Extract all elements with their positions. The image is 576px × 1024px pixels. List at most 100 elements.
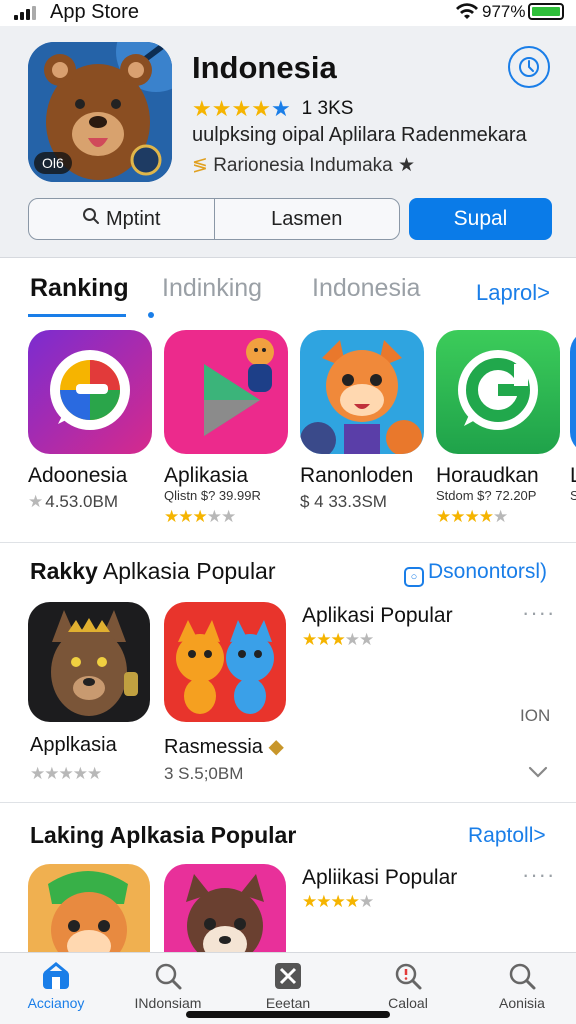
app-developer[interactable]: ≶ Rarionesia Indumaka ★: [192, 154, 415, 177]
chat-app-icon: [28, 330, 152, 454]
rating-stars: ★★★★★: [302, 892, 374, 911]
more-icon[interactable]: ····: [522, 600, 555, 626]
ranking-item-name: L: [570, 464, 576, 487]
ranking-list: Adoonesia ★ 4.53.0BM Aplikasia Qlistn $?…: [0, 330, 576, 530]
app-icon-badge: Ol6: [34, 152, 72, 174]
popular-item-name: Rasmessia ◆: [164, 734, 284, 759]
tab-indonesia[interactable]: Indonesia: [312, 274, 420, 303]
ranking-item[interactable]: Aplikasia Qlistn $? 39.99R ★★★★★: [164, 330, 290, 527]
category-tabs: Ranking Indinking Indonesia Laprol>: [28, 274, 558, 320]
signal-icon: [14, 6, 36, 20]
section-link[interactable]: Raptoll>: [468, 824, 546, 848]
section-title-rest: Aplkasia Popular: [97, 558, 276, 584]
app-store-icon: [6, 961, 106, 995]
rating-stars: ★★★★★: [436, 507, 508, 526]
section-title-bold: Laking Aplkasia Popular: [30, 822, 297, 848]
rating-stars: ★: [28, 492, 43, 511]
developer-name: Rarionesia Indumaka ★: [213, 155, 416, 176]
ranking-item-name: Aplikasia: [164, 464, 249, 487]
popular-side-title: Apliikasi Popular: [302, 866, 458, 889]
app-header: Ol6 Indonesia ★ ★ ★ ★ ★ 1 3KS uulpksing oipa…: [0, 26, 576, 258]
tabbar-label: Eeetan: [265, 995, 311, 1011]
popular-item-meta: 3 S.5;0BM: [164, 764, 244, 783]
ranking-item-price: ★ 4.53.0BM: [28, 492, 154, 512]
popular-item-label: Rasmessia: [164, 736, 263, 758]
diamond-icon: ◆: [268, 736, 284, 758]
ranking-item-rating: ★★★★★: [164, 507, 290, 527]
status-bar: App Store 977%: [0, 0, 576, 26]
section-divider: [0, 542, 576, 543]
alert-search-icon: [358, 961, 458, 995]
more-icon[interactable]: ····: [522, 862, 555, 888]
developer-icon: ≶: [192, 155, 208, 176]
app-title: Indonesia: [192, 50, 337, 85]
ranking-item-rating: ★★★★★: [436, 507, 562, 527]
chat-icon: ○: [404, 567, 424, 587]
section-title: Rakky Aplkasia Popular: [30, 558, 276, 585]
wolf-app-icon[interactable]: [28, 602, 150, 722]
rating-stars: ★★★★★: [30, 764, 102, 783]
rating-count: 1 3KS: [301, 98, 354, 119]
chevron-down-icon[interactable]: [528, 762, 548, 783]
tabbar-item-indonsiam[interactable]: INdonsiam: [118, 961, 218, 1011]
search-icon: [82, 207, 100, 231]
cats-app-icon[interactable]: [164, 602, 286, 722]
ranking-item[interactable]: Adoonesia ★ 4.53.0BM: [28, 330, 154, 512]
tabbar-label: INdonsiam: [134, 995, 202, 1011]
rating-stars: ★★★★★: [302, 630, 374, 649]
app-rating: ★ ★ ★ ★ ★ 1 3KS: [192, 96, 353, 122]
section-title-bold: Rakky: [30, 558, 98, 584]
ranking-item-partial[interactable]: L S: [570, 330, 576, 503]
tab-indicator-dot: [148, 312, 154, 318]
popular-side-title: Aplikasi Popular: [302, 604, 453, 627]
ranking-item-name: Ranonloden: [300, 464, 414, 487]
ranking-item-name: Horaudkan: [436, 464, 539, 487]
tabbar-label: Caloal: [388, 995, 428, 1011]
side-extra-label: ION: [520, 706, 551, 725]
rating-stars: ★★★★★: [164, 507, 236, 526]
section-link[interactable]: ○ Dsonontorsl): [404, 560, 547, 587]
segment-control: Mptint Lasmen: [28, 198, 400, 240]
home-indicator[interactable]: [186, 1011, 390, 1018]
battery-icon: [528, 3, 564, 20]
carrier-label: App Store: [50, 1, 139, 23]
segment-search[interactable]: Mptint: [29, 199, 214, 239]
tabbar-item-accianoy[interactable]: Accianoy: [6, 961, 106, 1011]
ranking-item[interactable]: Ranonloden $ 4 33.3SM: [300, 330, 426, 512]
tabbar-item-eeetan[interactable]: Eeetan: [238, 961, 338, 1011]
battery-percent: 977%: [482, 2, 526, 21]
section-link-label: Dsonontorsl): [428, 560, 548, 583]
g-chat-app-icon: [436, 330, 560, 454]
wifi-icon: [456, 3, 478, 26]
close-box-icon: [238, 961, 338, 995]
get-button[interactable]: Supal: [409, 198, 552, 240]
tabbar-item-caloal[interactable]: Caloal: [358, 961, 458, 1011]
clock-icon[interactable]: [508, 46, 550, 88]
tab-ranking[interactable]: Ranking: [30, 274, 129, 303]
tab-underline: [28, 314, 126, 317]
section-divider: [0, 802, 576, 803]
section-title: Laking Aplkasia Popular: [30, 822, 296, 849]
tabbar-label: Aonisia: [499, 995, 545, 1011]
play-app-icon: [164, 330, 288, 454]
popular-item-name: Applkasia: [30, 734, 117, 756]
ranking-item-sub: Stdom $? 72.20P: [436, 488, 537, 503]
price-label: 4.53.0BM: [45, 492, 119, 511]
ranking-item-sub: Qlistn $? 39.99R: [164, 488, 261, 503]
rating-stars: ★★★★★: [192, 96, 291, 121]
ranking-item-name: Adoonesia: [28, 464, 128, 487]
app-icon: [570, 330, 576, 454]
ranking-item-sub: S: [570, 488, 576, 503]
tabbar-item-aonisia[interactable]: Aonisia: [472, 961, 572, 1011]
ranking-item[interactable]: Horaudkan Stdom $? 72.20P ★★★★★: [436, 330, 562, 527]
search-icon: [472, 961, 572, 995]
fox-app-icon: [300, 330, 424, 454]
ranking-item-price: $ 4 33.3SM: [300, 492, 387, 511]
tabs-see-all-link[interactable]: Laprol>: [476, 280, 550, 306]
tab-indinking[interactable]: Indinking: [162, 274, 262, 303]
segment-lasmen[interactable]: Lasmen: [213, 199, 400, 239]
tabbar-label: Accianoy: [27, 995, 85, 1011]
segment-label: Mptint: [106, 207, 161, 230]
app-description: uulpksing oipal Aplilara Radenmekara: [192, 124, 527, 146]
search-icon: [118, 961, 218, 995]
